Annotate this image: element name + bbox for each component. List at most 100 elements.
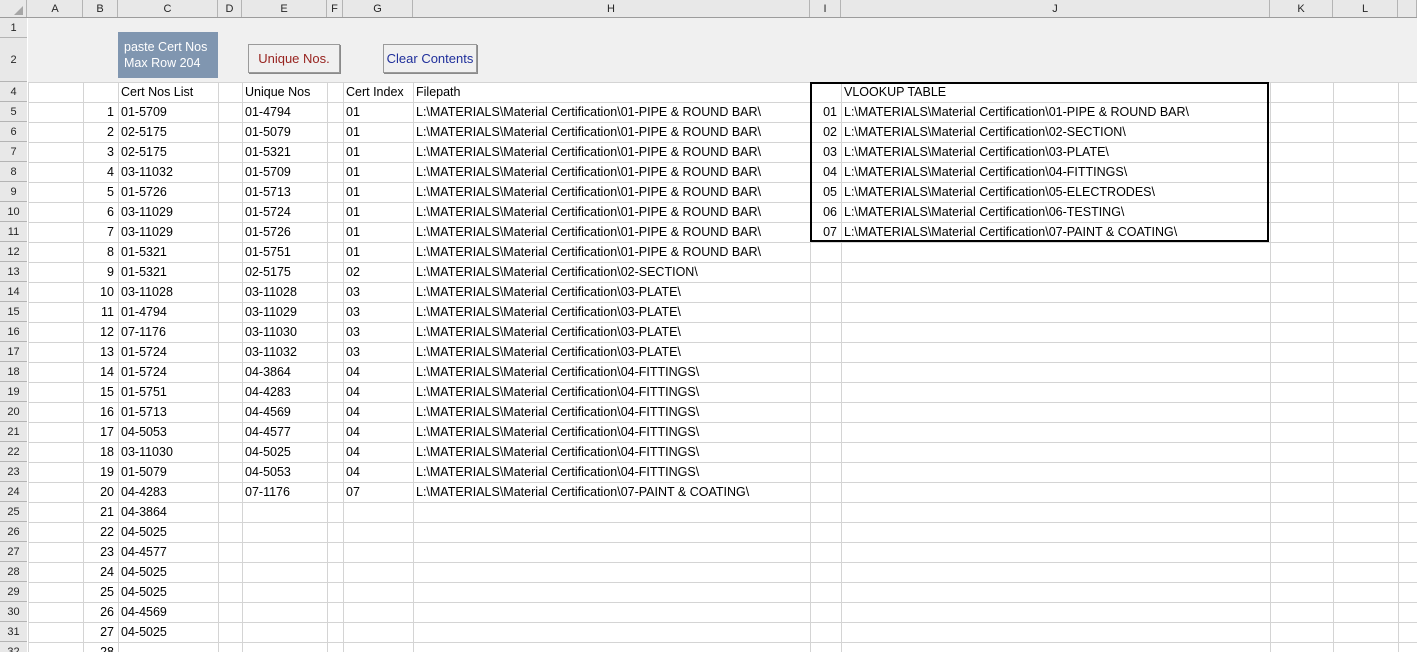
cell-vlookup-path[interactable]: L:\MATERIALS\Material Certification\01-P… (841, 102, 1270, 122)
cell-vlookup-code[interactable]: 02 (810, 122, 841, 142)
cell-cert-index[interactable]: 04 (343, 442, 413, 462)
cell-unique-no[interactable]: 01-5321 (242, 142, 327, 162)
column-header-overflow[interactable] (1398, 0, 1417, 17)
row-header-17[interactable]: 17 (0, 342, 27, 362)
cell-cert-index[interactable]: 01 (343, 242, 413, 262)
row-header-31[interactable]: 31 (0, 622, 27, 642)
cell-row-number[interactable]: 14 (83, 362, 118, 382)
cell-row-number[interactable]: 18 (83, 442, 118, 462)
cell-cert-index[interactable]: 07 (343, 482, 413, 502)
select-all-corner[interactable] (0, 0, 27, 17)
cell-cert-no[interactable]: 01-5713 (118, 402, 218, 422)
cell-row-number[interactable]: 5 (83, 182, 118, 202)
cell-header-cert-index[interactable]: Cert Index (343, 82, 413, 102)
cell-cert-index[interactable]: 02 (343, 262, 413, 282)
row-header-21[interactable]: 21 (0, 422, 27, 442)
cell-unique-no[interactable]: 03-11029 (242, 302, 327, 322)
cell-cert-no[interactable]: 01-4794 (118, 302, 218, 322)
cell-cert-no[interactable]: 04-3864 (118, 502, 218, 522)
cell-cert-no[interactable]: 04-5025 (118, 522, 218, 542)
cell-row-number[interactable]: 6 (83, 202, 118, 222)
cell-unique-no[interactable]: 01-5079 (242, 122, 327, 142)
cell-vlookup-path[interactable]: L:\MATERIALS\Material Certification\06-T… (841, 202, 1270, 222)
column-header-D[interactable]: D (218, 0, 242, 17)
cell-cert-index[interactable]: 04 (343, 462, 413, 482)
column-header-E[interactable]: E (242, 0, 327, 17)
cell-vlookup-code[interactable]: 05 (810, 182, 841, 202)
cell-cert-no[interactable]: 04-5025 (118, 582, 218, 602)
clear-contents-button[interactable]: Clear Contents (383, 44, 477, 73)
cell-cert-index[interactable]: 04 (343, 422, 413, 442)
cell-unique-no[interactable]: 03-11032 (242, 342, 327, 362)
row-header-19[interactable]: 19 (0, 382, 27, 402)
cell-cert-index[interactable]: 03 (343, 302, 413, 322)
cell-vlookup-code[interactable]: 01 (810, 102, 841, 122)
cell-row-number[interactable]: 2 (83, 122, 118, 142)
cell-cert-index[interactable]: 04 (343, 382, 413, 402)
row-header-12[interactable]: 12 (0, 242, 27, 262)
row-header-11[interactable]: 11 (0, 222, 27, 242)
cell-cert-no[interactable]: 01-5321 (118, 242, 218, 262)
row-header-32[interactable]: 32 (0, 642, 27, 652)
cell-unique-no[interactable]: 01-5709 (242, 162, 327, 182)
row-header-1[interactable]: 1 (0, 18, 27, 38)
row-header-25[interactable]: 25 (0, 502, 27, 522)
column-header-L[interactable]: L (1333, 0, 1398, 17)
cell-unique-no[interactable]: 01-5713 (242, 182, 327, 202)
cell-cert-index[interactable]: 01 (343, 222, 413, 242)
cell-header-vlookup-table[interactable]: VLOOKUP TABLE (841, 82, 1270, 102)
cell-row-number[interactable]: 21 (83, 502, 118, 522)
cell-unique-no[interactable]: 02-5175 (242, 262, 327, 282)
cell-cert-no[interactable]: 01-5724 (118, 362, 218, 382)
row-header-2[interactable]: 2 (0, 38, 27, 82)
row-header-15[interactable]: 15 (0, 302, 27, 322)
cell-cert-no[interactable]: 03-11028 (118, 282, 218, 302)
cell-cert-no[interactable]: 01-5751 (118, 382, 218, 402)
row-header-22[interactable]: 22 (0, 442, 27, 462)
cell-cert-no[interactable]: 04-4569 (118, 602, 218, 622)
cell-row-number[interactable]: 3 (83, 142, 118, 162)
cell-filepath[interactable]: L:\MATERIALS\Material Certification\01-P… (413, 182, 810, 202)
row-header-29[interactable]: 29 (0, 582, 27, 602)
cell-cert-index[interactable]: 01 (343, 162, 413, 182)
cell-row-number[interactable]: 24 (83, 562, 118, 582)
cell-cert-index[interactable]: 03 (343, 322, 413, 342)
cell-unique-no[interactable]: 03-11028 (242, 282, 327, 302)
cell-row-number[interactable]: 25 (83, 582, 118, 602)
cell-cert-no[interactable]: 01-5726 (118, 182, 218, 202)
cell-unique-no[interactable]: 03-11030 (242, 322, 327, 342)
column-header-G[interactable]: G (343, 0, 413, 17)
cell-row-number[interactable]: 23 (83, 542, 118, 562)
cell-unique-no[interactable]: 07-1176 (242, 482, 327, 502)
column-header-H[interactable]: H (413, 0, 810, 17)
cell-filepath[interactable]: L:\MATERIALS\Material Certification\01-P… (413, 222, 810, 242)
cell-filepath[interactable]: L:\MATERIALS\Material Certification\01-P… (413, 122, 810, 142)
column-header-K[interactable]: K (1270, 0, 1333, 17)
cell-row-number[interactable]: 28 (83, 642, 118, 652)
row-header-7[interactable]: 7 (0, 142, 27, 162)
cell-row-number[interactable]: 27 (83, 622, 118, 642)
cell-header-unique-nos[interactable]: Unique Nos (242, 82, 327, 102)
cell-row-number[interactable]: 20 (83, 482, 118, 502)
row-header-23[interactable]: 23 (0, 462, 27, 482)
row-header-28[interactable]: 28 (0, 562, 27, 582)
cell-row-number[interactable]: 19 (83, 462, 118, 482)
cell-cert-index[interactable]: 01 (343, 102, 413, 122)
cell-cert-no[interactable]: 04-5025 (118, 562, 218, 582)
cell-filepath[interactable]: L:\MATERIALS\Material Certification\04-F… (413, 362, 810, 382)
cell-row-number[interactable]: 10 (83, 282, 118, 302)
cell-cert-index[interactable]: 04 (343, 402, 413, 422)
row-header-30[interactable]: 30 (0, 602, 27, 622)
cell-row-number[interactable]: 13 (83, 342, 118, 362)
cell-cert-index[interactable]: 03 (343, 282, 413, 302)
row-header-27[interactable]: 27 (0, 542, 27, 562)
row-header-4[interactable]: 4 (0, 82, 27, 102)
cell-filepath[interactable]: L:\MATERIALS\Material Certification\01-P… (413, 102, 810, 122)
row-header-26[interactable]: 26 (0, 522, 27, 542)
column-header-C[interactable]: C (118, 0, 218, 17)
cell-filepath[interactable]: L:\MATERIALS\Material Certification\03-P… (413, 282, 810, 302)
row-header-20[interactable]: 20 (0, 402, 27, 422)
cell-unique-no[interactable]: 04-4569 (242, 402, 327, 422)
row-header-8[interactable]: 8 (0, 162, 27, 182)
cell-cert-no[interactable]: 03-11032 (118, 162, 218, 182)
